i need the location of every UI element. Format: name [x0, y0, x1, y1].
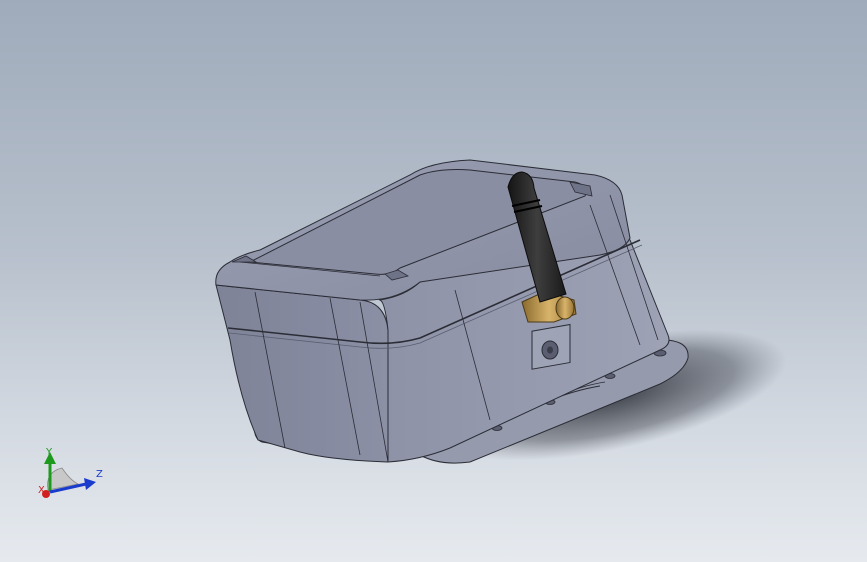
- z-axis-label: Z: [96, 469, 103, 480]
- enclosure-model[interactable]: [0, 0, 867, 562]
- dc-jack-pin: [547, 346, 553, 354]
- cad-graphics-viewport[interactable]: Y Z X: [0, 0, 867, 562]
- enclosure-front-face: [215, 284, 389, 463]
- x-axis-label: X: [38, 485, 45, 496]
- z-axis-arrow: [84, 478, 96, 490]
- antenna-connector-nut: [555, 296, 575, 320]
- y-axis-label: Y: [46, 447, 53, 458]
